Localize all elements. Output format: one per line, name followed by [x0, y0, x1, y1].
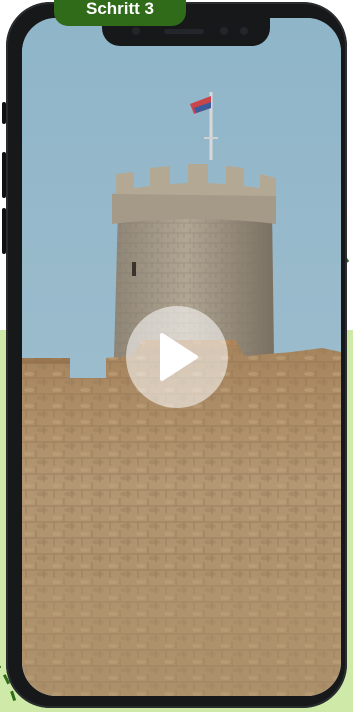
- front-camera: [132, 27, 140, 35]
- sensor-dot: [240, 27, 248, 35]
- speaker-grille: [164, 29, 204, 34]
- phone-volume-up: [2, 152, 6, 198]
- phone-side-button: [2, 102, 6, 124]
- play-button[interactable]: [126, 306, 228, 408]
- step-badge: Schritt 3: [54, 0, 186, 26]
- sensor-dot: [220, 27, 228, 35]
- phone-volume-down: [2, 208, 6, 254]
- play-icon: [160, 333, 198, 381]
